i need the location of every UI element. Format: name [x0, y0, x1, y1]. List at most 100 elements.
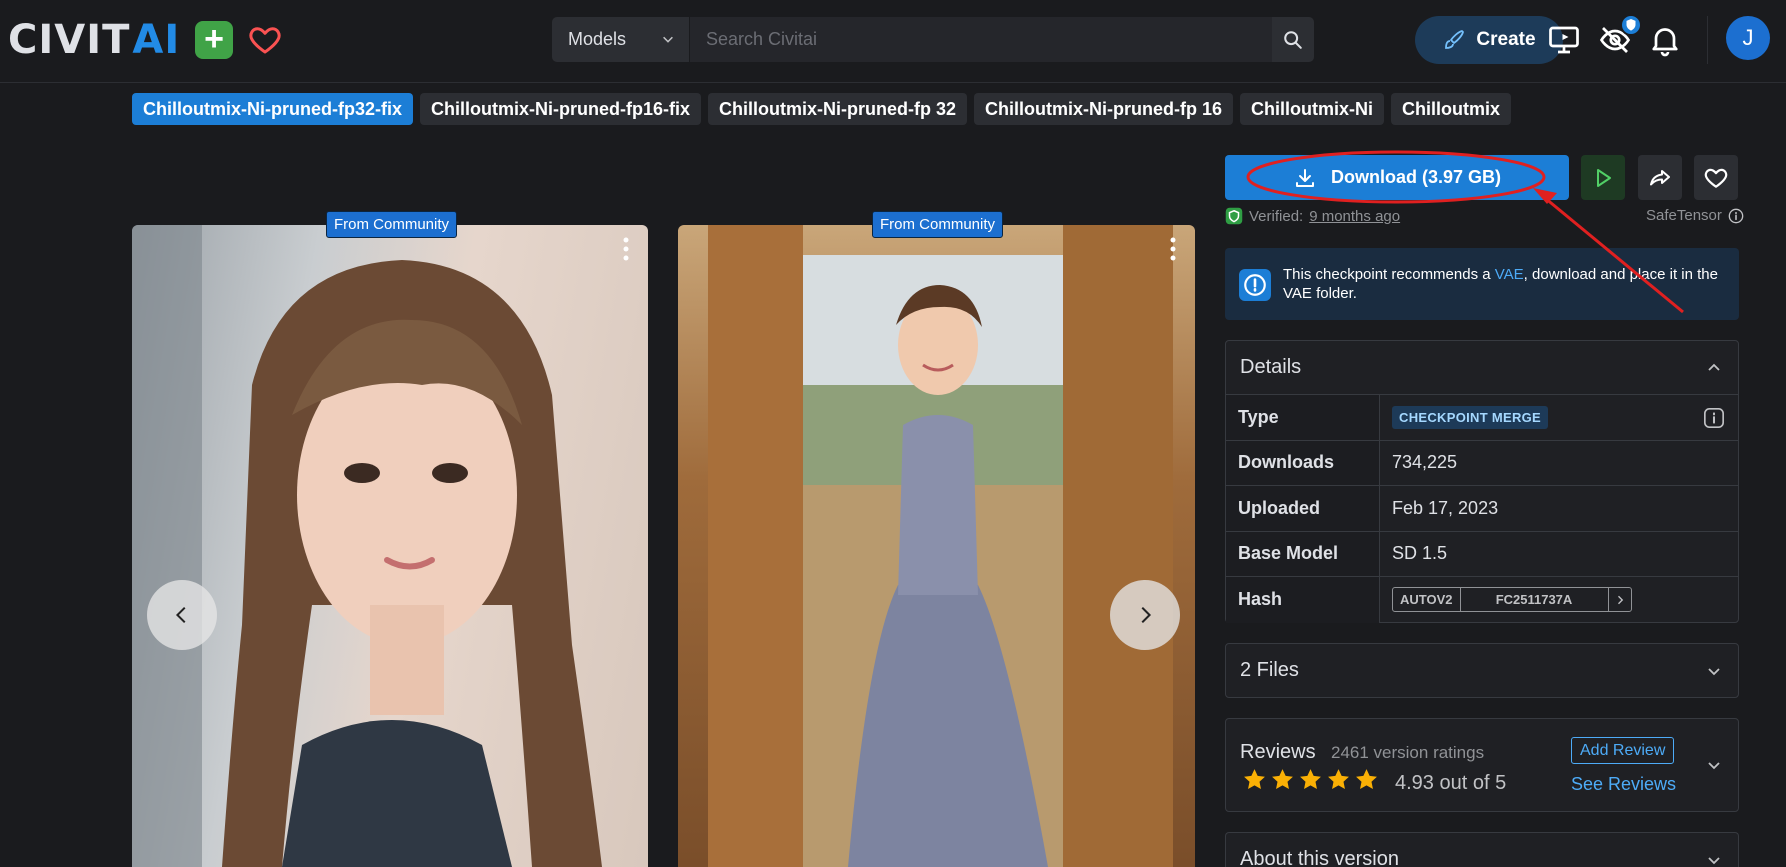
- alert-text-pre: This checkpoint recommends a: [1283, 266, 1495, 283]
- search-type-select[interactable]: Models: [552, 17, 690, 62]
- reviews-title: Reviews: [1240, 741, 1316, 763]
- info-icon[interactable]: [1703, 407, 1725, 429]
- chevron-right-icon: [1141, 606, 1152, 624]
- files-panel[interactable]: 2 Files: [1225, 643, 1739, 698]
- star-icon: [1272, 769, 1293, 789]
- details-header[interactable]: Details: [1226, 341, 1738, 395]
- verified-time[interactable]: 9 months ago: [1309, 208, 1400, 225]
- search-bar: Models /: [552, 17, 1314, 62]
- chevron-down-icon: [1708, 857, 1720, 865]
- type-badge: CHECKPOINT MERGE: [1392, 405, 1549, 429]
- row-value: SD 1.5: [1392, 543, 1448, 564]
- hash-next-button[interactable]: [1609, 588, 1631, 611]
- search-icon: [1284, 30, 1302, 49]
- chevron-left-icon: [175, 606, 186, 624]
- star-icon: [1328, 769, 1349, 789]
- version-chip[interactable]: Chilloutmix-Ni-pruned-fp 16: [974, 93, 1233, 125]
- chevron-down-icon[interactable]: [1706, 757, 1722, 773]
- chevron-down-icon: [1708, 668, 1720, 676]
- star-rating: [1242, 767, 1379, 792]
- row-label: Base Model: [1226, 531, 1380, 576]
- about-version-panel[interactable]: About this version: [1225, 832, 1739, 867]
- verified-prefix: Verified:: [1249, 207, 1304, 225]
- search-type-value: Models: [568, 29, 627, 49]
- user-avatar[interactable]: J: [1726, 16, 1770, 60]
- row-value: 734,225: [1392, 452, 1458, 473]
- row-label: Uploaded: [1226, 486, 1380, 531]
- rating-score: 4.93 out of 5: [1395, 772, 1507, 794]
- search-input-wrap: /: [690, 17, 1272, 62]
- version-chip[interactable]: Chilloutmix: [1391, 93, 1511, 125]
- header-divider: [1707, 16, 1708, 64]
- more-options-icon[interactable]: [1169, 237, 1177, 261]
- row-value: AUTOV2 FC2511737A: [1380, 577, 1738, 623]
- carousel-next-button[interactable]: [1110, 580, 1180, 650]
- vae-link[interactable]: VAE: [1495, 266, 1524, 283]
- hash-box[interactable]: AUTOV2 FC2511737A: [1392, 587, 1632, 613]
- portrait-photo: [132, 225, 602, 867]
- version-chip[interactable]: Chilloutmix-Ni: [1240, 93, 1384, 125]
- format-label: SafeTensor: [1646, 207, 1744, 224]
- verified-status: Verified: 9 months ago: [1225, 207, 1400, 225]
- version-chip[interactable]: Chilloutmix-Ni-pruned-fp 32: [708, 93, 967, 125]
- heart-icon[interactable]: [247, 22, 283, 58]
- details-title: Details: [1240, 356, 1302, 378]
- reviews-count: 2461 version ratings: [1331, 743, 1485, 762]
- alert-message: This checkpoint recommends a VAE, downlo…: [1283, 265, 1723, 303]
- download-button[interactable]: Download (3.97 GB): [1225, 155, 1569, 200]
- info-icon[interactable]: [1728, 208, 1744, 224]
- bell-icon[interactable]: [1647, 22, 1683, 58]
- upload-plus-button[interactable]: +: [195, 21, 233, 59]
- share-icon: [1650, 169, 1670, 185]
- row-label: Downloads: [1226, 440, 1380, 485]
- gallery-image[interactable]: [678, 225, 1195, 867]
- version-selector: Chilloutmix-Ni-pruned-fp32-fix Chilloutm…: [132, 93, 1511, 125]
- run-button[interactable]: [1581, 155, 1625, 200]
- hash-value[interactable]: FC2511737A: [1461, 588, 1609, 612]
- see-reviews-link[interactable]: See Reviews: [1571, 774, 1676, 795]
- play-icon: [1597, 168, 1611, 187]
- favorite-button[interactable]: [1694, 155, 1738, 200]
- reviews-panel: Reviews 2461 version ratings 4.93 out of…: [1225, 718, 1739, 812]
- logo-text-ai: AI: [132, 17, 181, 63]
- create-label: Create: [1476, 29, 1536, 50]
- download-label: Download (3.97 GB): [1330, 167, 1501, 187]
- details-row-downloads: Downloads 734,225: [1226, 440, 1738, 486]
- create-button[interactable]: Create: [1415, 16, 1563, 64]
- more-options-icon[interactable]: [622, 237, 630, 261]
- row-value: CHECKPOINT MERGE: [1380, 395, 1738, 440]
- row-label: Hash: [1226, 577, 1380, 623]
- star-icon: [1356, 769, 1377, 789]
- row-label: Type: [1226, 395, 1380, 440]
- star-icon: [1300, 769, 1321, 789]
- carousel-prev-button[interactable]: [147, 580, 217, 650]
- format-text: SafeTensor: [1646, 207, 1722, 224]
- hash-type[interactable]: AUTOV2: [1393, 588, 1461, 612]
- version-chip[interactable]: Chilloutmix-Ni-pruned-fp16-fix: [420, 93, 701, 125]
- alert-icon: [1239, 269, 1271, 301]
- star-icon: [1244, 769, 1265, 789]
- add-review-button[interactable]: Add Review: [1571, 737, 1675, 764]
- civitai-logo[interactable]: CIVIT AI: [8, 20, 180, 60]
- row-value: Feb 17, 2023: [1392, 497, 1499, 518]
- from-community-badge: From Community: [872, 211, 1004, 238]
- version-chip[interactable]: Chilloutmix-Ni-pruned-fp32-fix: [132, 93, 413, 125]
- brush-icon: [1445, 30, 1465, 49]
- details-row-type: Type CHECKPOINT MERGE: [1226, 395, 1738, 441]
- dress-photo: [708, 225, 1173, 867]
- chevron-right-icon: [1617, 595, 1623, 604]
- chevron-down-icon: [663, 36, 673, 43]
- plus-icon: +: [204, 20, 224, 58]
- search-button[interactable]: [1272, 17, 1314, 62]
- share-button[interactable]: [1638, 155, 1682, 200]
- details-row-base-model: Base Model SD 1.5: [1226, 531, 1738, 577]
- search-input[interactable]: [690, 17, 1272, 62]
- files-label: 2 Files: [1240, 659, 1299, 681]
- top-header: CIVITAI + Models / Create J: [0, 0, 1786, 83]
- logo-text-civit: CIVIT: [8, 17, 131, 63]
- monitor-icon[interactable]: [1546, 22, 1582, 58]
- gallery-image[interactable]: [132, 225, 648, 867]
- from-community-badge: From Community: [326, 211, 458, 238]
- shield-badge-icon: [1620, 14, 1642, 36]
- details-panel: Details Type CHECKPOINT MERGE Downloads …: [1225, 340, 1739, 623]
